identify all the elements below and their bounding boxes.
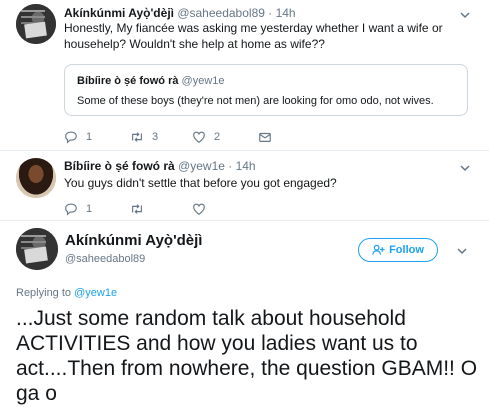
message-icon <box>259 132 271 142</box>
tweet-header: Bíbíire ò ṣé fowó rà @yew1e · 14h <box>64 159 256 173</box>
display-name[interactable]: Akínkúnmi Ayọ̀'dèjì <box>64 6 174 20</box>
avatar[interactable] <box>16 4 56 44</box>
like-button[interactable]: 2 <box>192 130 220 144</box>
retweet-count: 3 <box>152 131 159 143</box>
tweet-header: Akínkúnmi Ayọ̀'dèjì @saheedabol89 · 14h <box>64 6 296 20</box>
reply-count: 1 <box>86 203 93 215</box>
like-icon <box>193 131 205 143</box>
display-name[interactable]: Bíbíire ò ṣé fowó rà <box>64 159 175 173</box>
tweet-2[interactable]: Bíbíire ò ṣé fowó rà @yew1e · 14h You gu… <box>0 150 489 220</box>
reply-icon <box>65 131 77 144</box>
retweet-icon <box>132 132 142 142</box>
like-icon <box>193 203 205 215</box>
replying-to: Replying to @yew1e <box>16 287 117 299</box>
like-count: 2 <box>214 131 221 143</box>
reply-button[interactable]: 1 <box>64 130 92 144</box>
quoted-text: Some of these boys (they're not men) are… <box>77 95 434 107</box>
follow-label: Follow <box>389 244 424 256</box>
reply-count: 1 <box>86 131 93 143</box>
retweet-icon <box>132 204 142 214</box>
retweet-button[interactable] <box>130 202 144 216</box>
tweet-actions: 1 <box>64 202 284 218</box>
replying-to-link[interactable]: @yew1e <box>74 287 117 299</box>
chevron-down-icon[interactable] <box>459 8 471 20</box>
message-button[interactable] <box>258 130 272 144</box>
retweet-button[interactable]: 3 <box>130 130 158 144</box>
tweet-actions: 1 3 2 <box>64 130 284 146</box>
replying-prefix: Replying to <box>16 287 72 299</box>
like-button[interactable] <box>192 202 206 216</box>
handle-time[interactable]: @saheedabol89 · 14h <box>177 6 295 20</box>
reply-button[interactable]: 1 <box>64 202 92 216</box>
divider <box>0 220 489 221</box>
avatar[interactable] <box>16 158 56 198</box>
follow-button[interactable]: Follow <box>358 238 438 262</box>
main-handle[interactable]: @saheedabol89 <box>65 253 145 265</box>
quoted-header: Bíbíire ò ṣé fowó rà @yew1e <box>77 75 225 87</box>
reply-icon <box>65 203 77 216</box>
quoted-display-name: Bíbíire ò ṣé fowó rà <box>77 75 179 87</box>
tweet-text: Honestly, My fiancée was asking me yeste… <box>64 21 443 51</box>
tweet-text: You guys didn't settle that before you g… <box>64 176 337 190</box>
main-tweet-text: ...Just some random talk about household… <box>16 307 478 405</box>
chevron-down-icon[interactable] <box>459 161 471 173</box>
main-avatar[interactable] <box>16 228 58 270</box>
add-user-icon <box>372 244 385 255</box>
handle-time[interactable]: @yew1e · 14h <box>178 159 256 173</box>
chevron-down-icon[interactable] <box>456 244 468 256</box>
tweet-1[interactable]: Akínkúnmi Ayọ̀'dèjì @saheedabol89 · 14h … <box>0 0 489 154</box>
quoted-handle: @yew1e <box>181 75 225 87</box>
main-display-name[interactable]: Akínkúnmi Ayọ̀'dèjì <box>65 232 202 249</box>
quoted-tweet[interactable]: Bíbíire ò ṣé fowó rà @yew1e Some of thes… <box>64 64 468 116</box>
